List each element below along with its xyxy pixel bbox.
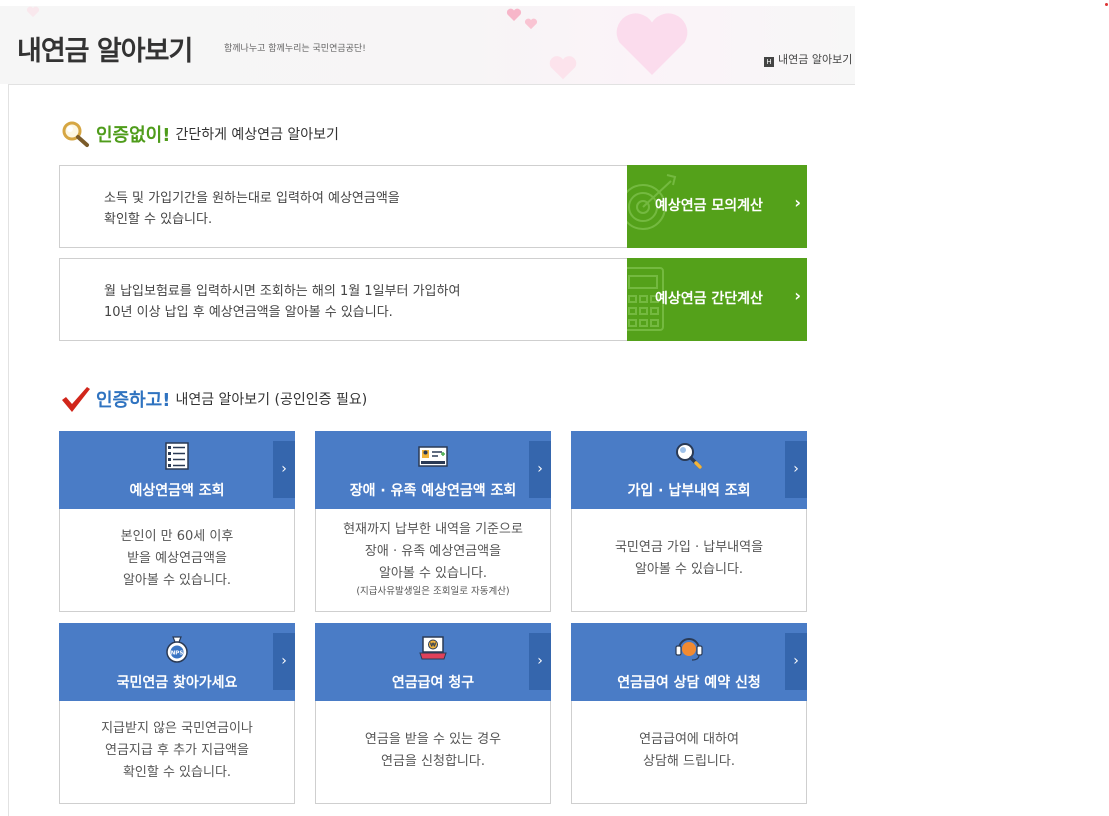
card-title[interactable]: 장애 · 유족 예상연금액 조회 [315, 480, 551, 500]
auth-subtitle: 내연금 알아보기 (공인인증 필요) [175, 392, 368, 408]
nps-pouch-icon: NPS [166, 636, 188, 663]
card-title[interactable]: 연금급여 상담 예약 신청 [571, 672, 807, 692]
expected-pension-button[interactable]: 예상연금액 조회 › [59, 431, 295, 509]
id-card-icon [418, 446, 448, 467]
heart-decoration-icon [524, 18, 538, 30]
chevron-right-icon[interactable]: › [529, 633, 551, 690]
unclaimed-pension-card: NPS 국민연금 찾아가세요 › 지급받지 않은 국민연금이나 연금지급 후 추… [59, 623, 295, 804]
expected-pension-card: 예상연금액 조회 › 본인이 만 60세 이후 받을 예상연금액을 알아볼 수 … [59, 431, 295, 612]
svg-text:NPS: NPS [171, 650, 184, 656]
enrollment-payment-history-card: 가입 · 납부내역 조회 › 국민연금 가입 · 납부내역을 알아볼 수 있습니… [571, 431, 807, 612]
pension-claim-card: ₩ 연금급여 청구 › 연금을 받을 수 있는 경우 연금을 신청합니다. [315, 623, 551, 804]
page-title: 내연금 알아보기 [17, 36, 193, 67]
unclaimed-pension-button[interactable]: NPS 국민연금 찾아가세요 › [59, 623, 295, 701]
card-description: 연금급여에 대하여 상담해 드립니다. [639, 732, 739, 769]
simulation-calc-button[interactable]: 예상연금 모의계산 › [627, 165, 807, 248]
no-auth-section-heading: 인증없이! 간단하게 예상연금 알아보기 [60, 120, 339, 148]
home-icon[interactable]: H [764, 57, 774, 67]
card-note: (지급사유발생일은 조회일로 자동계산) [356, 586, 510, 597]
header-slogan: 함께나누고 함께누리는 국민연금공단! [224, 44, 366, 54]
chevron-right-icon[interactable]: › [794, 286, 801, 305]
heart-decoration-icon [26, 6, 40, 18]
document-list-icon [165, 442, 189, 470]
breadcrumb-label[interactable]: 내연금 알아보기 [778, 53, 852, 66]
chevron-right-icon[interactable]: › [785, 441, 807, 498]
auth-emphasis: 인증하고! [96, 390, 171, 411]
simple-calc-description: 월 납입보험료를 입력하시면 조회하는 해의 1월 1일부터 가입하여 10년 … [104, 284, 461, 320]
enrollment-payment-history-button[interactable]: 가입 · 납부내역 조회 › [571, 431, 807, 509]
card-title[interactable]: 국민연금 찾아가세요 [59, 672, 295, 692]
card-description: 연금을 받을 수 있는 경우 연금을 신청합니다. [364, 732, 502, 769]
simulation-calc-row: 소득 및 가입기간을 원하는대로 입력하여 예상연금액을 확인할 수 있습니다.… [59, 165, 807, 248]
chevron-right-icon[interactable]: › [273, 441, 295, 498]
card-title[interactable]: 연금급여 청구 [315, 672, 551, 692]
breadcrumb[interactable]: H 내연금 알아보기 [764, 51, 852, 67]
simple-calc-button[interactable]: 예상연금 간단계산 › [627, 258, 807, 341]
disability-survivor-pension-card: 장애 · 유족 예상연금액 조회 › 현재까지 납부한 내역을 기준으로 장애 … [315, 431, 551, 612]
chevron-right-icon[interactable]: › [794, 193, 801, 212]
card-description: 현재까지 납부한 내역을 기준으로 장애 · 유족 예상연금액을 알아볼 수 있… [316, 519, 550, 599]
page: 내연금 알아보기 함께나누고 함께누리는 국민연금공단! H 내연금 알아보기 인… [0, 0, 1109, 816]
consultation-reservation-button[interactable]: 연금급여 상담 예약 신청 › [571, 623, 807, 701]
card-description: 본인이 만 60세 이후 받을 예상연금액을 알아볼 수 있습니다. [120, 529, 234, 588]
page-header: 내연금 알아보기 함께나누고 함께누리는 국민연금공단! H 내연금 알아보기 [0, 6, 855, 84]
simulation-calc-label[interactable]: 예상연금 모의계산 [655, 195, 763, 215]
auth-section-heading: 인증하고! 내연금 알아보기 (공인인증 필요) [60, 385, 367, 413]
chevron-right-icon[interactable]: › [273, 633, 295, 690]
heart-decoration-icon [616, 13, 688, 75]
simple-calc-label[interactable]: 예상연금 간단계산 [655, 288, 763, 308]
card-description: 국민연금 가입 · 납부내역을 알아볼 수 있습니다. [614, 540, 764, 577]
card-description: 지급받지 않은 국민연금이나 연금지급 후 추가 지급액을 확인할 수 있습니다… [101, 721, 253, 780]
magnifier-icon [62, 121, 89, 147]
heart-decoration-icon [549, 56, 577, 80]
magnifier-icon [676, 443, 702, 469]
pension-claim-button[interactable]: ₩ 연금급여 청구 › [315, 623, 551, 701]
checkmark-icon [62, 387, 90, 412]
headset-icon [675, 638, 703, 661]
chevron-right-icon[interactable]: › [529, 441, 551, 498]
svg-text:₩: ₩ [430, 643, 436, 649]
simulation-calc-description: 소득 및 가입기간을 원하는대로 입력하여 예상연금액을 확인할 수 있습니다. [104, 191, 400, 227]
red-dot [1105, 3, 1108, 6]
chevron-right-icon[interactable]: › [785, 633, 807, 690]
money-laptop-icon: ₩ [419, 636, 447, 660]
simple-calc-row: 월 납입보험료를 입력하시면 조회하는 해의 1월 1일부터 가입하여 10년 … [59, 258, 807, 341]
disability-survivor-pension-button[interactable]: 장애 · 유족 예상연금액 조회 › [315, 431, 551, 509]
no-auth-emphasis: 인증없이! [96, 125, 171, 146]
card-title[interactable]: 예상연금액 조회 [59, 480, 295, 500]
card-title[interactable]: 가입 · 납부내역 조회 [571, 480, 807, 500]
no-auth-subtitle: 간단하게 예상연금 알아보기 [175, 127, 339, 143]
consultation-reservation-card: 연금급여 상담 예약 신청 › 연금급여에 대하여 상담해 드립니다. [571, 623, 807, 804]
heart-decoration-icon [506, 8, 522, 21]
